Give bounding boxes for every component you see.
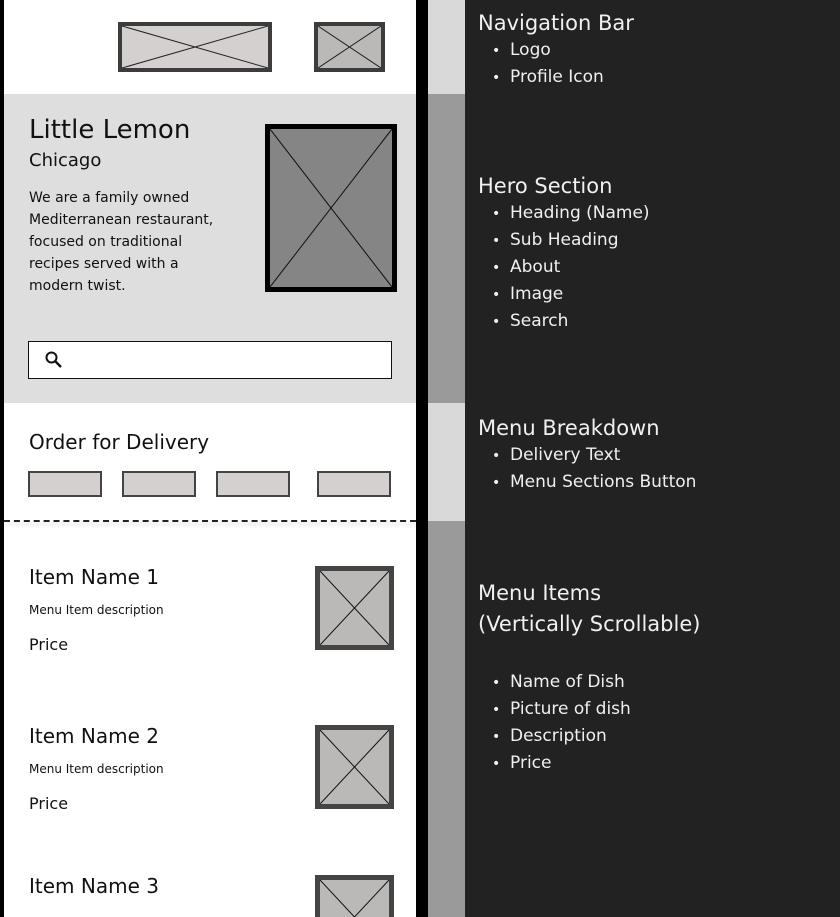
item-description: Menu Item description: [29, 603, 164, 617]
menu-section-button-1[interactable]: [28, 471, 102, 497]
section-bar-nav: [428, 0, 465, 94]
item-image-placeholder: [315, 566, 394, 650]
hero-about: We are a family owned Mediterranean rest…: [29, 190, 214, 294]
item-name: Item Name 2: [29, 724, 159, 748]
profile-icon-placeholder[interactable]: [314, 22, 385, 72]
item-price: Price: [29, 794, 69, 813]
annotation-hero-list: Heading (Name) Sub Heading About Image S…: [492, 200, 650, 335]
logo-placeholder[interactable]: [118, 22, 272, 72]
menu-section-button-3[interactable]: [216, 471, 290, 497]
annotation-nav-list: Logo Profile Icon: [492, 37, 604, 91]
item-description: Menu Item description: [29, 762, 164, 776]
item-price: Price: [29, 635, 69, 654]
search-input[interactable]: [28, 341, 392, 379]
section-bar-menu: [428, 521, 465, 917]
menu-section-button-2[interactable]: [122, 471, 196, 497]
mobile-screen: Little Lemon Chicago We are a family own…: [4, 0, 416, 917]
annotation-breakdown-list: Delivery Text Menu Sections Button: [492, 442, 696, 496]
item-image-placeholder: [315, 875, 394, 917]
item-name: Item Name 1: [29, 565, 159, 589]
annotation-breakdown-title: Menu Breakdown: [478, 416, 660, 440]
annotation-menu-subtitle: (Vertically Scrollable): [478, 612, 701, 636]
menu-item[interactable]: Item Name 3: [4, 869, 416, 917]
section-divider: [4, 520, 416, 522]
hero-title: Little Lemon: [29, 115, 191, 145]
search-icon: [45, 351, 62, 368]
annotation-menu-list: Name of Dish Picture of dish Description…: [492, 669, 631, 777]
delivery-title: Order for Delivery: [29, 430, 210, 454]
section-bar-hero: [428, 94, 465, 403]
hero-image-placeholder: [265, 124, 397, 292]
section-bar-breakdown: [428, 403, 465, 521]
hero-subtitle: Chicago: [29, 150, 102, 171]
hero-section: Little Lemon Chicago We are a family own…: [4, 94, 416, 403]
item-name: Item Name 3: [29, 874, 159, 898]
item-image-placeholder: [315, 725, 394, 809]
menu-item[interactable]: Item Name 1 Menu Item description Price: [4, 560, 416, 660]
menu-section-button-4[interactable]: [317, 471, 391, 497]
annotation-hero-title: Hero Section: [478, 174, 613, 198]
annotation-nav-title: Navigation Bar: [478, 11, 634, 35]
annotation-menu-title: Menu Items: [478, 581, 602, 605]
menu-item[interactable]: Item Name 2 Menu Item description Price: [4, 719, 416, 819]
frame-separator: [416, 0, 428, 917]
